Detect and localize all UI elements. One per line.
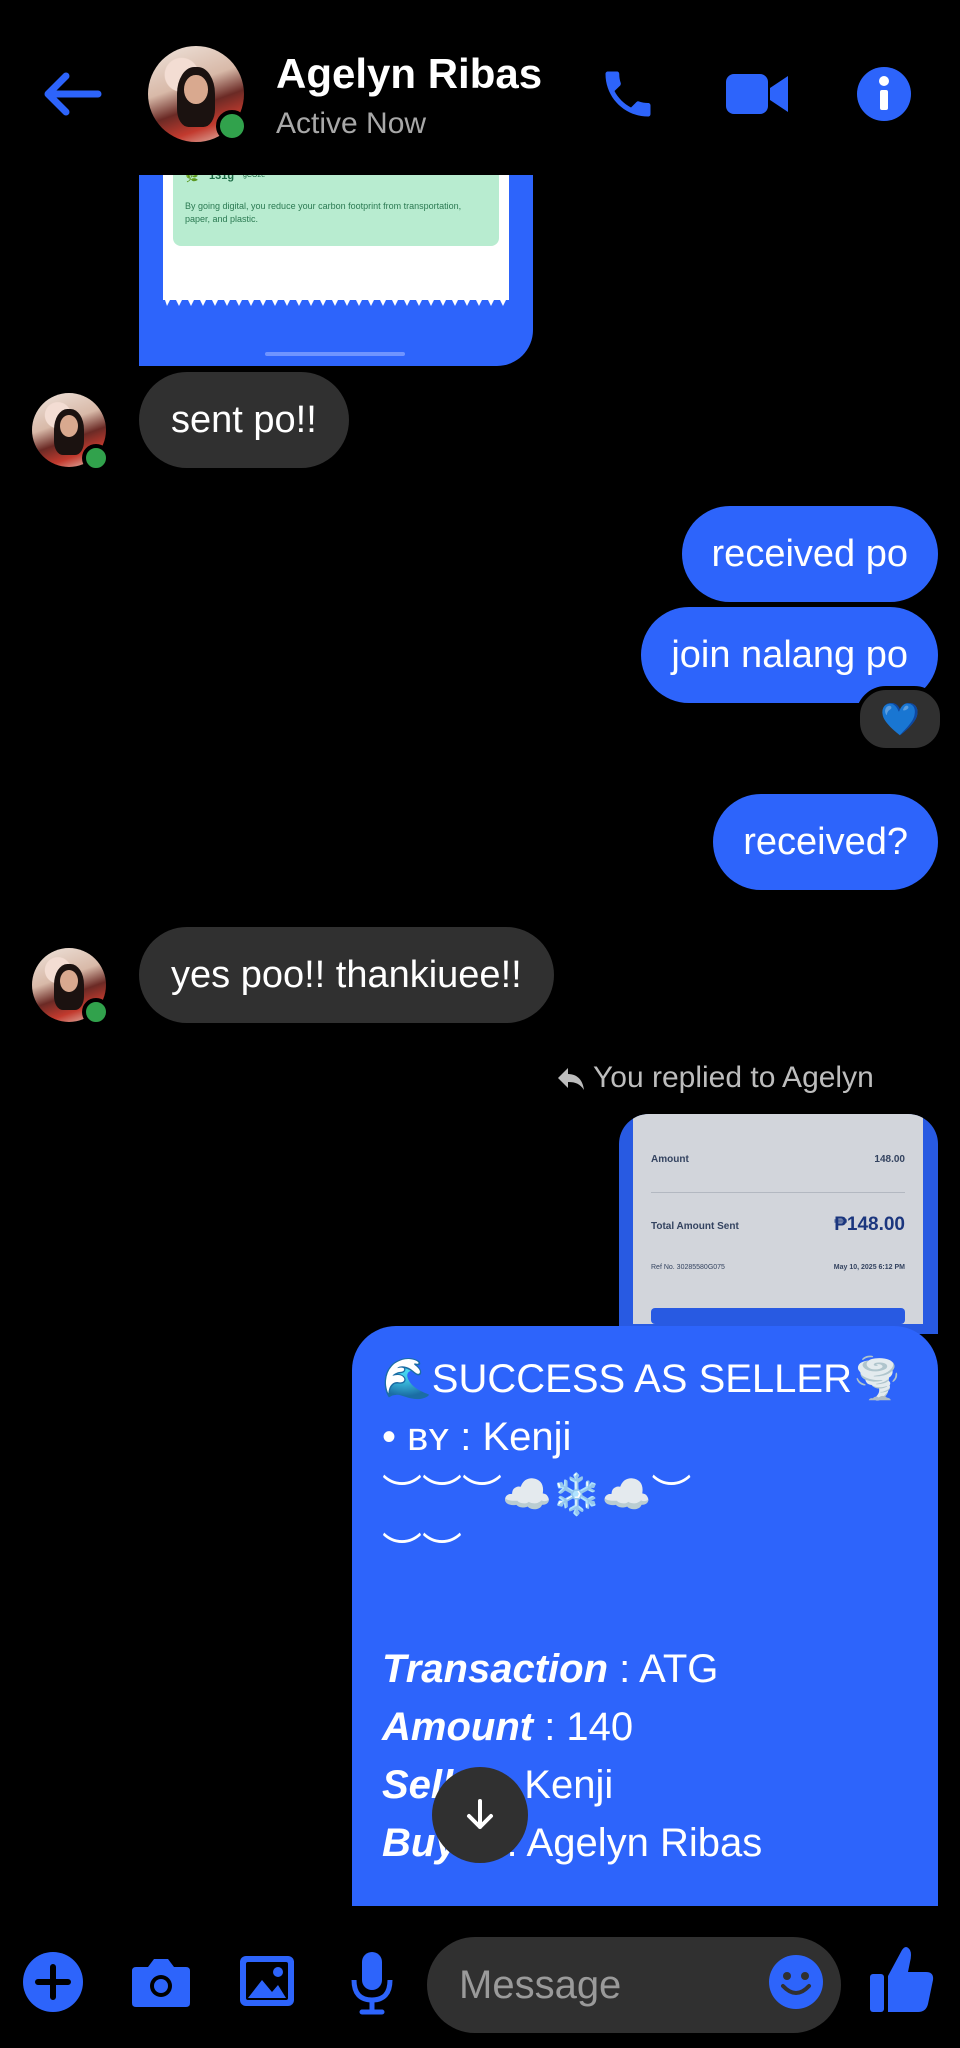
back-arrow-icon[interactable] bbox=[40, 70, 104, 118]
total-label: Total Amount Sent bbox=[651, 1221, 739, 1232]
video-camera-icon[interactable] bbox=[724, 68, 790, 120]
message-placeholder: Message bbox=[459, 1962, 622, 2007]
total-value: ₱148.00 bbox=[834, 1214, 905, 1235]
carbon-footprint-card: 🌿 131g gCO2e By going digital, you reduc… bbox=[173, 168, 499, 246]
thumbs-up-icon[interactable] bbox=[868, 1944, 936, 2014]
reply-receipt-image[interactable]: Amount 148.00 Total Amount Sent ₱148.00 … bbox=[619, 1114, 938, 1334]
chat-header: Agelyn Ribas Active Now bbox=[0, 0, 960, 175]
info-icon[interactable] bbox=[856, 66, 912, 122]
amount-line: Amount : 140 bbox=[382, 1698, 908, 1756]
divider bbox=[651, 1192, 905, 1193]
message-title: 🌊SUCCESS AS SELLER🌪️ bbox=[382, 1357, 902, 1401]
incoming-message[interactable]: yes poo!! thankiuee!! bbox=[139, 927, 554, 1023]
transaction-date: May 10, 2025 6:12 PM bbox=[833, 1264, 905, 1271]
microphone-icon[interactable] bbox=[348, 1950, 396, 2016]
amount-value: : 140 bbox=[533, 1705, 634, 1749]
reaction-badge[interactable]: 💙 bbox=[856, 686, 944, 752]
emoji-icon[interactable] bbox=[768, 1954, 824, 2010]
receipt-scroll-handle bbox=[265, 352, 405, 356]
by-value: Kenji bbox=[482, 1415, 572, 1459]
transaction-value: : ATG bbox=[608, 1647, 719, 1691]
decor-line: ︶︶︶☁️❄️☁️︶ bbox=[382, 1473, 692, 1517]
incoming-message[interactable]: sent po!! bbox=[139, 372, 349, 468]
outgoing-message[interactable]: received po bbox=[681, 506, 938, 602]
transaction-line: Transaction : ATG bbox=[382, 1640, 908, 1698]
replied-label: You replied to Agelyn bbox=[593, 1061, 874, 1094]
by-label: • ʙʏ : bbox=[382, 1415, 483, 1459]
receipt-zigzag bbox=[163, 288, 509, 306]
outgoing-message[interactable]: received? bbox=[713, 794, 938, 890]
amount-label: Amount bbox=[382, 1705, 534, 1749]
scroll-down-icon[interactable] bbox=[432, 1767, 528, 1863]
plus-icon[interactable] bbox=[22, 1951, 84, 2013]
online-indicator bbox=[82, 998, 110, 1026]
amount-label: Amount bbox=[651, 1154, 689, 1165]
amount-value: 148.00 bbox=[874, 1154, 905, 1165]
decor-line: ︶︶ bbox=[382, 1531, 462, 1575]
active-status: Active Now bbox=[276, 107, 427, 140]
reply-receipt-paper: Amount 148.00 Total Amount Sent ₱148.00 … bbox=[633, 1114, 923, 1324]
reply-icon bbox=[554, 1062, 586, 1094]
online-indicator bbox=[82, 444, 110, 472]
camera-icon[interactable] bbox=[130, 1953, 192, 2011]
receipt-image-top[interactable]: 🌿 131g gCO2e By going digital, you reduc… bbox=[139, 168, 533, 366]
buyer-value: : Agelyn Ribas bbox=[495, 1821, 763, 1865]
receipt-button bbox=[651, 1308, 905, 1324]
online-indicator bbox=[216, 110, 248, 142]
transaction-label: Transaction bbox=[382, 1647, 608, 1691]
carbon-text: By going digital, you reduce your carbon… bbox=[185, 201, 462, 224]
phone-icon[interactable] bbox=[598, 64, 658, 124]
by-line: • ʙʏ : Kenji bbox=[382, 1408, 908, 1466]
receipt-paper: 🌿 131g gCO2e By going digital, you reduc… bbox=[163, 168, 509, 300]
contact-name[interactable]: Agelyn Ribas bbox=[276, 50, 542, 98]
image-icon[interactable] bbox=[238, 1952, 296, 2010]
ref-number: Ref No. 30285580G075 bbox=[651, 1264, 725, 1271]
